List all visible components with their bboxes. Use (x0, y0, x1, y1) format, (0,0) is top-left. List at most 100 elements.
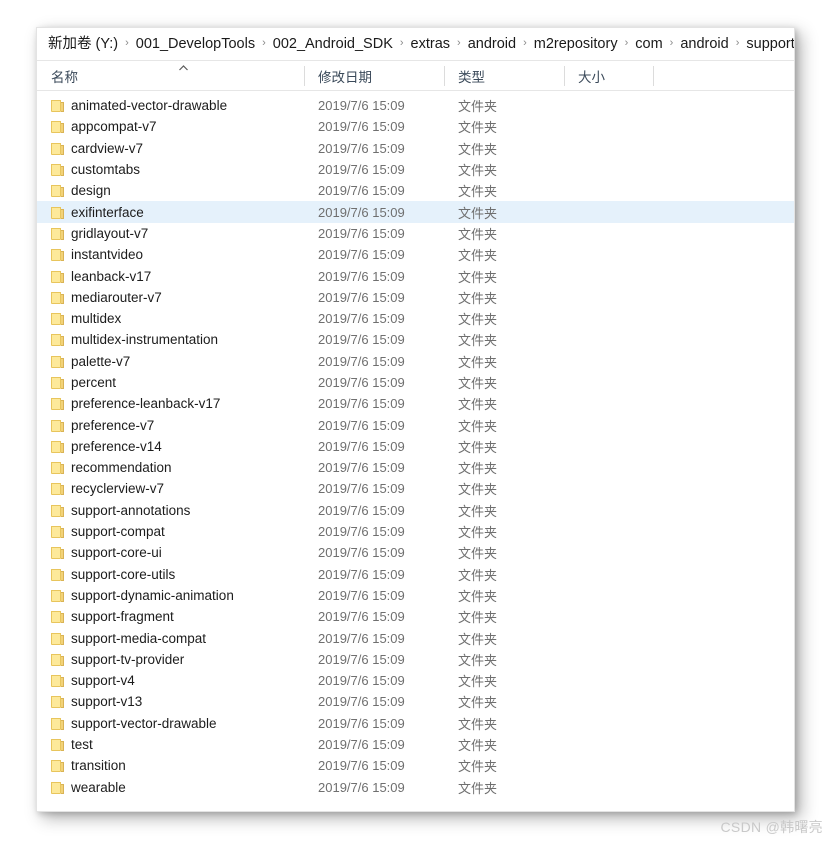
file-row[interactable]: design 2019/7/6 15:09 文件夹 (37, 180, 794, 201)
file-size-cell (564, 223, 653, 244)
file-row[interactable]: recyclerview-v7 2019/7/6 15:09 文件夹 (37, 478, 794, 499)
file-row[interactable]: support-vector-drawable 2019/7/6 15:09 文件夹 (37, 713, 794, 734)
file-name-cell[interactable]: exifinterface (37, 201, 304, 222)
breadcrumb-item[interactable]: android (675, 33, 733, 55)
breadcrumb-item[interactable]: support (741, 33, 794, 55)
file-name-cell[interactable]: support-v4 (37, 670, 304, 691)
file-name-cell[interactable]: multidex (37, 308, 304, 329)
folder-icon (51, 270, 64, 283)
file-name-cell[interactable]: wearable (37, 777, 304, 798)
file-name-cell[interactable]: cardview-v7 (37, 138, 304, 159)
file-name-cell[interactable]: support-tv-provider (37, 649, 304, 670)
file-date-cell: 2019/7/6 15:09 (318, 566, 405, 582)
breadcrumb[interactable]: 新加卷 (Y:) › 001_DevelopTools › 002_Android_SD… (37, 28, 794, 61)
file-row[interactable]: support-core-utils 2019/7/6 15:09 文件夹 (37, 564, 794, 585)
file-name-cell[interactable]: support-dynamic-animation (37, 585, 304, 606)
file-name-cell[interactable]: preference-v14 (37, 436, 304, 457)
file-row[interactable]: gridlayout-v7 2019/7/6 15:09 文件夹 (37, 223, 794, 244)
file-name-cell[interactable]: support-media-compat (37, 627, 304, 648)
file-row[interactable]: wearable 2019/7/6 15:09 文件夹 (37, 777, 794, 798)
breadcrumb-item[interactable]: 新加卷 (Y:) (43, 33, 123, 55)
file-name-cell[interactable]: mediarouter-v7 (37, 287, 304, 308)
file-row[interactable]: test 2019/7/6 15:09 文件夹 (37, 734, 794, 755)
file-name-cell[interactable]: preference-v7 (37, 414, 304, 435)
file-row[interactable]: preference-v7 2019/7/6 15:09 文件夹 (37, 414, 794, 435)
file-row[interactable]: exifinterface 2019/7/6 15:09 文件夹 (37, 201, 794, 223)
file-row[interactable]: support-dynamic-animation 2019/7/6 15:09 文… (37, 585, 794, 606)
file-name-label: gridlayout-v7 (71, 225, 149, 241)
file-name-cell[interactable]: support-compat (37, 521, 304, 542)
file-name-label: appcompat-v7 (71, 119, 157, 135)
file-row[interactable]: leanback-v17 2019/7/6 15:09 文件夹 (37, 265, 794, 286)
file-type-cell: 文件夹 (458, 631, 498, 647)
file-row[interactable]: instantvideo 2019/7/6 15:09 文件夹 (37, 244, 794, 265)
column-header-date[interactable]: 修改日期 (304, 61, 444, 91)
folder-icon (51, 461, 64, 475)
file-row[interactable]: transition 2019/7/6 15:09 文件夹 (37, 755, 794, 776)
file-row[interactable]: animated-vector-drawable 2019/7/6 15:09 文件… (37, 95, 794, 116)
file-row[interactable]: support-fragment 2019/7/6 15:09 文件夹 (37, 606, 794, 627)
file-name-cell[interactable]: percent (37, 372, 304, 393)
file-date-cell: 2019/7/6 15:09 (318, 332, 405, 348)
file-row[interactable]: support-core-ui 2019/7/6 15:09 文件夹 (37, 542, 794, 563)
file-row[interactable]: palette-v7 2019/7/6 15:09 文件夹 (37, 351, 794, 372)
file-name-cell[interactable]: leanback-v17 (37, 265, 304, 286)
file-row[interactable]: recommendation 2019/7/6 15:09 文件夹 (37, 457, 794, 478)
file-type-cell: 文件夹 (458, 716, 498, 732)
file-row[interactable]: support-annotations 2019/7/6 15:09 文件夹 (37, 500, 794, 521)
file-type-cell: 文件夹 (458, 354, 498, 370)
file-name-cell[interactable]: recyclerview-v7 (37, 478, 304, 499)
file-type-cell: 文件夹 (458, 461, 498, 477)
file-row[interactable]: percent 2019/7/6 15:09 文件夹 (37, 372, 794, 393)
file-row[interactable]: multidex-instrumentation 2019/7/6 15:09 文件… (37, 329, 794, 350)
file-name-cell[interactable]: support-annotations (37, 500, 304, 521)
file-row[interactable]: support-tv-provider 2019/7/6 15:09 文件夹 (37, 649, 794, 670)
file-name-cell[interactable]: multidex-instrumentation (37, 329, 304, 350)
file-date-cell: 2019/7/6 15:09 (318, 673, 405, 689)
file-name-cell[interactable]: preference-leanback-v17 (37, 393, 304, 414)
breadcrumb-item[interactable]: extras (406, 33, 456, 55)
file-type-cell: 文件夹 (458, 610, 498, 626)
column-header-type[interactable]: 类型 (444, 61, 564, 91)
breadcrumb-item[interactable]: 002_Android_SDK (268, 33, 398, 55)
breadcrumb-item[interactable]: android (463, 33, 521, 55)
file-date-cell: 2019/7/6 15:09 (318, 247, 405, 263)
file-name-cell[interactable]: design (37, 180, 304, 201)
file-row[interactable]: support-compat 2019/7/6 15:09 文件夹 (37, 521, 794, 542)
file-name-cell[interactable]: customtabs (37, 159, 304, 180)
file-row[interactable]: mediarouter-v7 2019/7/6 15:09 文件夹 (37, 287, 794, 308)
file-row[interactable]: appcompat-v7 2019/7/6 15:09 文件夹 (37, 116, 794, 137)
breadcrumb-item[interactable]: com (630, 33, 667, 55)
file-row[interactable]: cardview-v7 2019/7/6 15:09 文件夹 (37, 138, 794, 159)
file-name-cell[interactable]: appcompat-v7 (37, 116, 304, 137)
file-name-cell[interactable]: animated-vector-drawable (37, 95, 304, 116)
breadcrumb-item[interactable]: m2repository (529, 33, 623, 55)
file-name-cell[interactable]: support-vector-drawable (37, 713, 304, 734)
file-name-cell[interactable]: support-v13 (37, 691, 304, 712)
file-row[interactable]: preference-leanback-v17 2019/7/6 15:09 文件夹 (37, 393, 794, 414)
file-row[interactable]: support-v13 2019/7/6 15:09 文件夹 (37, 691, 794, 712)
file-row[interactable]: customtabs 2019/7/6 15:09 文件夹 (37, 159, 794, 180)
file-size-cell (564, 372, 653, 393)
file-name-cell[interactable]: palette-v7 (37, 351, 304, 372)
column-header-name[interactable]: 名称 (37, 61, 304, 91)
file-name-cell[interactable]: instantvideo (37, 244, 304, 265)
file-name-cell[interactable]: recommendation (37, 457, 304, 478)
breadcrumb-item[interactable]: 001_DevelopTools (131, 33, 260, 55)
file-name-cell[interactable]: support-fragment (37, 606, 304, 627)
file-row[interactable]: support-v4 2019/7/6 15:09 文件夹 (37, 670, 794, 691)
file-name-cell[interactable]: gridlayout-v7 (37, 223, 304, 244)
file-name-label: recyclerview-v7 (71, 481, 165, 497)
file-name-cell[interactable]: support-core-ui (37, 542, 304, 563)
file-list[interactable]: animated-vector-drawable 2019/7/6 15:09 文件… (37, 91, 794, 798)
file-row[interactable]: support-media-compat 2019/7/6 15:09 文件夹 (37, 627, 794, 648)
column-header-size[interactable]: 大小 (564, 61, 653, 91)
folder-icon (51, 355, 64, 368)
file-size-cell (564, 500, 653, 521)
file-row[interactable]: multidex 2019/7/6 15:09 文件夹 (37, 308, 794, 329)
file-row[interactable]: preference-v14 2019/7/6 15:09 文件夹 (37, 436, 794, 457)
file-type-cell: 文件夹 (458, 269, 498, 285)
file-name-cell[interactable]: transition (37, 755, 304, 776)
file-name-cell[interactable]: support-core-utils (37, 564, 304, 585)
file-name-cell[interactable]: test (37, 734, 304, 755)
